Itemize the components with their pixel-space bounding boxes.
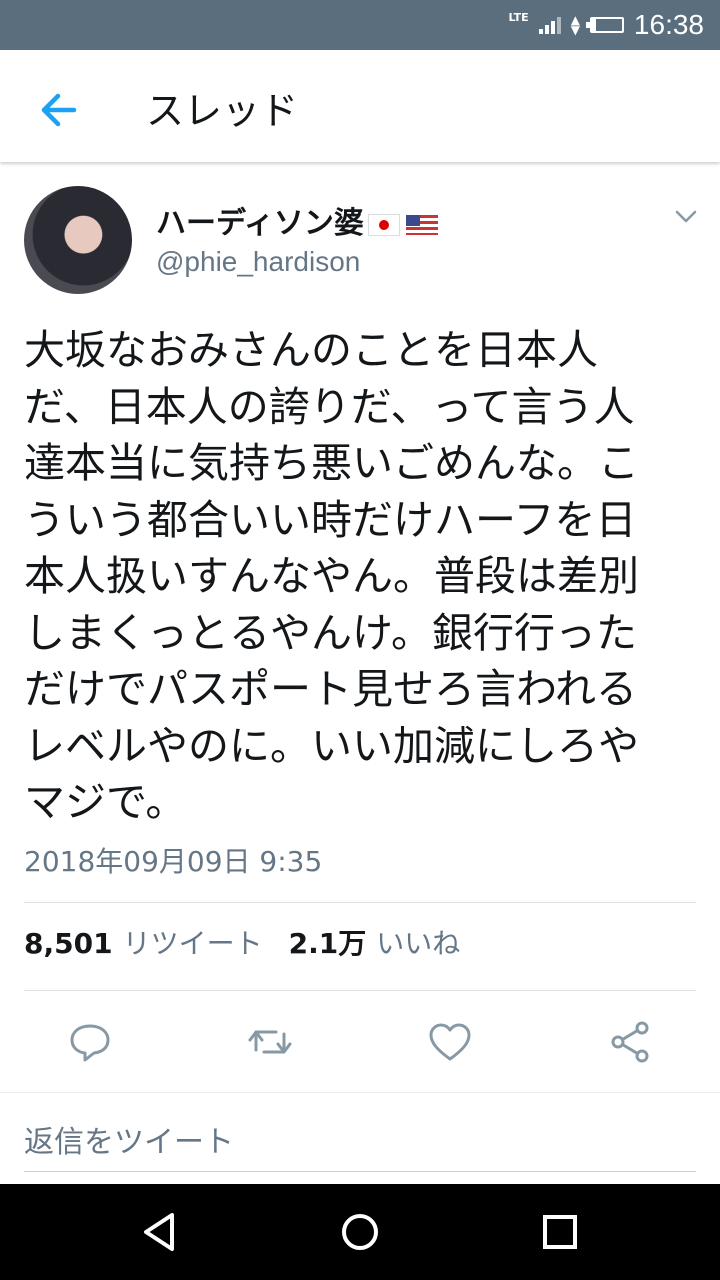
avatar[interactable]	[24, 186, 132, 294]
battery-icon	[585, 17, 624, 33]
chevron-down-icon	[675, 210, 697, 223]
status-bar: LTE ▲ ▼ 16:38	[0, 0, 720, 50]
nav-home-button[interactable]	[334, 1206, 386, 1258]
signal-icon	[538, 16, 561, 34]
japan-flag-icon	[367, 213, 400, 236]
app-header: スレッド	[0, 50, 720, 162]
tweet-timestamp: 2018年09月09日 9:35	[24, 845, 323, 878]
like-button[interactable]	[426, 1018, 474, 1066]
reply-icon	[70, 1024, 110, 1062]
share-button[interactable]	[606, 1018, 654, 1066]
lte-indicator: LTE	[508, 10, 529, 24]
like-count[interactable]: 2.1万	[289, 922, 367, 962]
retweet-icon	[248, 1030, 292, 1054]
reply-input-underline	[24, 1171, 696, 1172]
retweet-count[interactable]: 8,501	[24, 927, 113, 960]
tweet-stats: 8,501 リツイート 2.1万 いいね	[24, 922, 486, 962]
triangle-back-icon	[144, 1213, 174, 1251]
nav-recents-button[interactable]	[534, 1206, 586, 1258]
reply-input[interactable]: 返信をツイート	[24, 1117, 234, 1161]
like-label[interactable]: いいね	[376, 922, 460, 962]
tweet-menu-button[interactable]	[674, 204, 698, 228]
heart-icon	[429, 1023, 471, 1061]
divider	[24, 990, 696, 991]
author-handle[interactable]: @phie_hardison	[156, 246, 360, 278]
divider	[24, 902, 696, 903]
retweet-button[interactable]	[246, 1018, 294, 1066]
back-arrow-icon	[41, 93, 77, 127]
reply-button[interactable]	[66, 1018, 114, 1066]
us-flag-icon	[405, 214, 438, 235]
square-recents-icon	[543, 1215, 577, 1249]
author-display-name: ハーディソン婆	[156, 206, 364, 241]
clock: 16:38	[633, 9, 704, 40]
circle-home-icon	[342, 1214, 378, 1250]
reply-composer[interactable]: 返信をツイート	[0, 1092, 720, 1185]
tweet-text: 大坂なおみさんのことを日本人 だ、日本人の誇りだ、って言う人 達本当に気持ち悪い…	[24, 326, 639, 826]
tweet-actions	[0, 1010, 720, 1074]
retweet-label[interactable]: リツイート	[123, 922, 263, 962]
share-icon	[611, 1021, 649, 1063]
nav-back-button[interactable]	[134, 1206, 186, 1258]
back-button[interactable]	[34, 84, 86, 136]
data-activity-icon: ▲ ▼	[570, 13, 580, 37]
navigation-bar	[0, 1184, 720, 1280]
page-title: スレッド	[146, 89, 299, 133]
author-name[interactable]: ハーディソン婆	[156, 198, 438, 242]
